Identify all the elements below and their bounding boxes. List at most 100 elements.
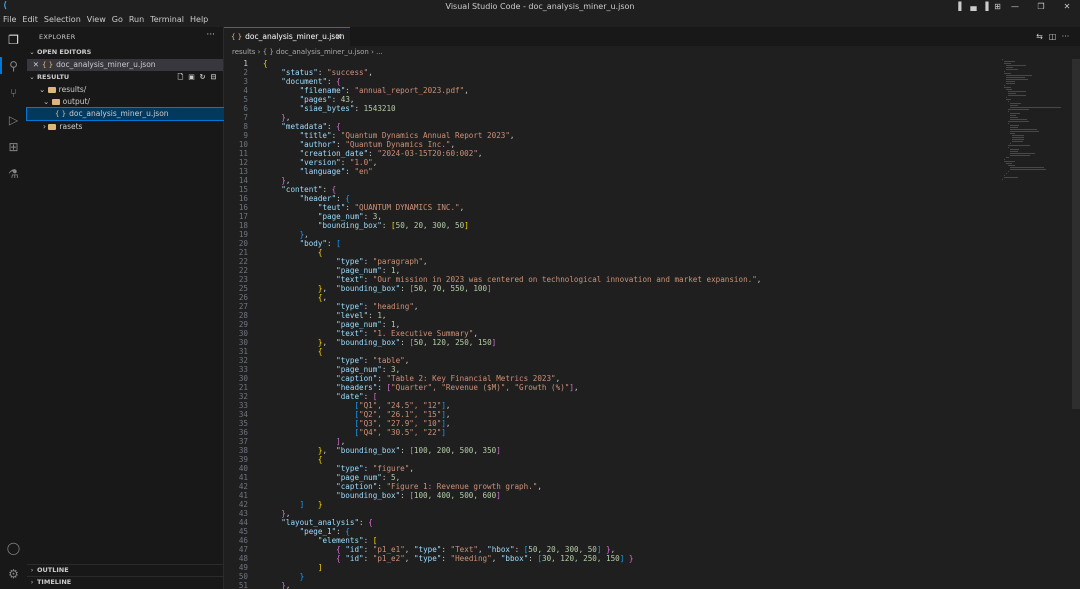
code-line[interactable]: 29 "page_num": 1,: [224, 320, 1004, 329]
code-line[interactable]: 17 "page_num": 3,: [224, 212, 1004, 221]
code-line[interactable]: 51 },: [224, 581, 1004, 589]
code-line[interactable]: 36 ["Q4", "30.5", "22"]: [224, 428, 1004, 437]
code-line[interactable]: 32 "date": [: [224, 392, 1004, 401]
source-control-icon[interactable]: ⑂: [6, 86, 21, 101]
code-line[interactable]: 30 "text": "1. Executive Summary",: [224, 329, 1004, 338]
code-line[interactable]: 32 "type": "table",: [224, 356, 1004, 365]
tab-close-icon[interactable]: ✕: [335, 28, 342, 46]
code-line[interactable]: 22 "type": "paragraph",: [224, 257, 1004, 266]
code-line[interactable]: 25 }, "bounding_box": [50, 70, 550, 100]: [224, 284, 1004, 293]
vertical-scrollbar[interactable]: [1072, 59, 1080, 409]
menu-terminal[interactable]: Terminal: [147, 13, 187, 27]
run-debug-icon[interactable]: ▷: [6, 113, 21, 128]
code-line[interactable]: 26 {,: [224, 293, 1004, 302]
breadcrumb-item[interactable]: { } doc_analysis_miner_u.json: [263, 48, 369, 56]
code-line[interactable]: 10 "author": "Quantum Dynamics Inc.",: [224, 140, 1004, 149]
outline-header[interactable]: › OUTLINE: [27, 564, 223, 576]
code-line[interactable]: 41 "page_num": 5,: [224, 473, 1004, 482]
explorer-icon[interactable]: ❐: [6, 33, 21, 48]
menu-selection[interactable]: Selection: [41, 13, 84, 27]
code-line[interactable]: 4 "filename": "annual_report_2023.pdf",: [224, 86, 1004, 95]
code-line[interactable]: 30 "caption": "Table 2: Key Financial Me…: [224, 374, 1004, 383]
split-editor-icon[interactable]: ◫: [1046, 27, 1059, 46]
tree-item-results[interactable]: ⌄ results/: [27, 84, 235, 96]
menu-run[interactable]: Run: [126, 13, 147, 27]
minimap[interactable]: [1002, 59, 1066, 199]
open-changes-icon[interactable]: ⇆: [1033, 27, 1046, 46]
code-line[interactable]: 12 "version": "1.0",: [224, 158, 1004, 167]
refresh-icon[interactable]: ↻: [197, 72, 208, 83]
tree-item-output[interactable]: ⌄ output/: [27, 96, 239, 108]
code-line[interactable]: 16 "header": {: [224, 194, 1004, 203]
menu-help[interactable]: Help: [187, 13, 211, 27]
code-line[interactable]: 13 "language": "en": [224, 167, 1004, 176]
code-line[interactable]: 19 },: [224, 230, 1004, 239]
code-line[interactable]: 42 ] }: [224, 500, 1004, 509]
code-line[interactable]: 33 "page_num": 3,: [224, 365, 1004, 374]
code-line[interactable]: 34 ["Q2", "26.1", "15"],: [224, 410, 1004, 419]
search-icon[interactable]: ⚲: [6, 59, 21, 74]
tree-item-json-file[interactable]: { } doc_analysis_miner_u.json: [26, 107, 252, 121]
new-folder-icon[interactable]: ▣: [186, 72, 197, 83]
code-line[interactable]: 48 { "id": "p1_e2", "type": "Heeding", "…: [224, 554, 1004, 563]
testing-icon[interactable]: ⚗: [6, 167, 21, 182]
code-line[interactable]: 42 "caption": "Figure 1: Revenue growth …: [224, 482, 1004, 491]
workspace-header[interactable]: ⌄ RESULTU 🗋 ▣ ↻ ⊟: [27, 72, 223, 83]
tab-doc-analysis[interactable]: { } doc_analysis_miner_u.json ✕: [224, 27, 350, 47]
tree-item-rasets[interactable]: › rasets: [27, 121, 239, 133]
close-icon[interactable]: ✕: [27, 59, 39, 71]
code-line[interactable]: 21 "headers": ["Quarter", "Revenue ($M)"…: [224, 383, 1004, 392]
code-line[interactable]: 28 "level": 1,: [224, 311, 1004, 320]
code-line[interactable]: 30 }, "bounding_box": [50, 120, 250, 150…: [224, 338, 1004, 347]
more-actions-icon[interactable]: ···: [206, 30, 215, 40]
close-window-button[interactable]: ✕: [1054, 0, 1080, 13]
code-editor[interactable]: 1{2 "status": "success", 3 "document": {4…: [224, 59, 1004, 589]
extensions-icon[interactable]: ⊞: [6, 140, 21, 155]
code-line[interactable]: 46 "elements": [: [224, 536, 1004, 545]
customize-layout-icon[interactable]: ⊞: [993, 0, 1002, 13]
menu-go[interactable]: Go: [109, 13, 126, 27]
code-line[interactable]: 43 },: [224, 509, 1004, 518]
menu-edit[interactable]: Edit: [19, 13, 41, 27]
code-line[interactable]: 15 "content": {: [224, 185, 1004, 194]
code-line[interactable]: 1{: [224, 59, 1004, 68]
code-line[interactable]: 38 }, "bounding_box": [100, 200, 500, 35…: [224, 446, 1004, 455]
code-line[interactable]: 41 "bounding_box": [100, 400, 500, 600]: [224, 491, 1004, 500]
code-line[interactable]: 50 }: [224, 572, 1004, 581]
code-line[interactable]: 16 "teut": "QUANTUM DYNAMICS INC.",: [224, 203, 1004, 212]
toggle-sidebar-icon[interactable]: ▌: [957, 0, 966, 13]
code-line[interactable]: 2 "status": "success",: [224, 68, 1004, 77]
code-line[interactable]: 21 {: [224, 248, 1004, 257]
menu-view[interactable]: View: [84, 13, 109, 27]
account-icon[interactable]: ◯: [6, 541, 21, 556]
code-line[interactable]: 8 "metadata": {: [224, 122, 1004, 131]
code-line[interactable]: 35 ["Q3", "27.9", "10"],: [224, 419, 1004, 428]
breadcrumb-item[interactable]: results: [232, 48, 255, 56]
code-line[interactable]: 20 "body": [: [224, 239, 1004, 248]
code-line[interactable]: 49 ]: [224, 563, 1004, 572]
open-editors-header[interactable]: ⌄ OPEN EDITORS: [27, 47, 223, 58]
code-line[interactable]: 40 "type": "figure",: [224, 464, 1004, 473]
settings-gear-icon[interactable]: ⚙: [6, 567, 21, 582]
toggle-secondary-sidebar-icon[interactable]: ▐: [981, 0, 990, 13]
code-line[interactable]: 5 "pages": 43,: [224, 95, 1004, 104]
code-line[interactable]: 9 "title": "Quantum Dynamics Annual Repo…: [224, 131, 1004, 140]
code-line[interactable]: 45 "pege_1": {: [224, 527, 1004, 536]
code-line[interactable]: 3 "document": {: [224, 77, 1004, 86]
open-editor-item[interactable]: ✕{ } doc_analysis_miner_u.json: [27, 59, 223, 71]
code-line[interactable]: 6 "siae_bytes": 1543210: [224, 104, 1004, 113]
code-line[interactable]: 7 },: [224, 113, 1004, 122]
timeline-header[interactable]: › TIMELINE: [27, 576, 223, 588]
code-line[interactable]: 37 ],: [224, 437, 1004, 446]
code-line[interactable]: 44 "layout_analysis": {: [224, 518, 1004, 527]
code-line[interactable]: 23 "text": "Our mission in 2023 was cent…: [224, 275, 1004, 284]
breadcrumb-item[interactable]: ...: [376, 48, 383, 56]
code-line[interactable]: 31 {: [224, 347, 1004, 356]
code-line[interactable]: 18 "bounding_box": [50, 20, 300, 50]: [224, 221, 1004, 230]
code-line[interactable]: 33 ["Q1", "24.5", "12"],: [224, 401, 1004, 410]
new-file-icon[interactable]: 🗋: [175, 72, 186, 83]
code-line[interactable]: 11 "creation_date": "2024-03-15T20:60:00…: [224, 149, 1004, 158]
code-line[interactable]: 27 "type": "heading",: [224, 302, 1004, 311]
code-line[interactable]: 14 },: [224, 176, 1004, 185]
collapse-all-icon[interactable]: ⊟: [208, 72, 219, 83]
